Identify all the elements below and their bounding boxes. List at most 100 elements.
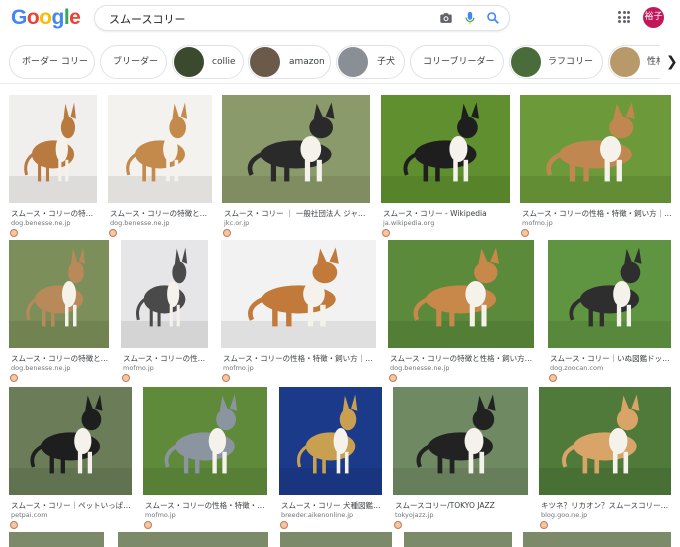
result-title[interactable]: スムース・コリーの性格・特徴・飼い方｜…	[223, 353, 376, 364]
result-title[interactable]: スムース・コリーの特徴と…	[110, 208, 212, 219]
account-avatar[interactable]: 裕子	[643, 7, 664, 28]
search-input[interactable]: スムースコリー	[109, 11, 185, 27]
microphone-icon[interactable]	[463, 11, 477, 25]
chip-thumbnail	[338, 47, 368, 77]
logo-letter: o	[39, 6, 52, 29]
image-result-partial[interactable]	[280, 532, 392, 547]
result-thumbnail[interactable]	[9, 240, 109, 348]
chip-amazon[interactable]: amazon	[248, 45, 331, 79]
search-box[interactable]: スムースコリー	[94, 5, 510, 31]
related-search-chips: ボーダー コリー ブリーダー collie amazon 子犬 コリーブリーダー…	[0, 38, 680, 84]
result-source-domain: breeder.aikenonline.jp	[281, 511, 354, 519]
result-source-domain: mofmo.jp	[522, 219, 553, 227]
image-result-partial[interactable]	[523, 532, 671, 547]
result-source-domain: dog.benesse.ne.jp	[110, 219, 170, 227]
result-thumbnail[interactable]	[539, 387, 671, 495]
result-source-domain: tokyojazz.jp	[395, 511, 434, 519]
image-result[interactable]: スムース・コリーの特… dog.benesse.ne.jp	[9, 95, 97, 238]
chip-rough-collie[interactable]: ラフコリー	[509, 45, 603, 79]
image-result[interactable]: スムース・コリー ｜ 一般社団法人 ジャ… jkc.or.jp	[222, 95, 370, 238]
logo-letter: g	[51, 6, 65, 29]
chip-puppy[interactable]: 子犬	[336, 45, 405, 79]
result-source-domain: mofmo.jp	[145, 511, 176, 519]
site-favicon-icon	[389, 374, 397, 382]
site-favicon-icon	[144, 521, 152, 529]
result-thumbnail[interactable]	[279, 387, 382, 495]
result-thumbnail[interactable]	[381, 95, 510, 203]
result-title[interactable]: スムース・コリーの性…	[123, 353, 208, 364]
apps-grid-icon[interactable]	[618, 11, 630, 23]
result-thumbnail[interactable]	[9, 387, 132, 495]
result-source-domain: dog.zoocan.com	[550, 364, 604, 372]
result-thumbnail[interactable]	[222, 95, 370, 203]
result-title[interactable]: スムース・コリー - Wikipedia	[383, 208, 510, 219]
result-thumbnail[interactable]	[548, 240, 671, 348]
image-result[interactable]: スムース・コリー｜ペットいっぱ… petpai.com	[9, 387, 132, 530]
image-result[interactable]: スムース・コリーの特徴と性格・飼い方… dog.benesse.ne.jp	[388, 240, 534, 383]
result-title[interactable]: スムース・コリー｜いぬ図鑑ドッ…	[550, 353, 671, 364]
result-title[interactable]: スムース・コリーの特徴と…	[11, 353, 109, 364]
result-title[interactable]: キツネ？リカオン？スムースコリー…	[541, 500, 671, 511]
image-result[interactable]: スムース・コリーの性格・特徴・飼い方｜… mofmo.jp	[520, 95, 671, 238]
image-result[interactable]: スムース・コリーの性… mofmo.jp	[121, 240, 208, 383]
result-title[interactable]: スムース・コリーの特徴と性格・飼い方…	[390, 353, 534, 364]
site-favicon-icon	[109, 229, 117, 237]
image-result-partial[interactable]	[404, 532, 512, 547]
google-logo[interactable]: Google	[11, 6, 81, 30]
result-thumbnail[interactable]	[9, 95, 97, 203]
site-favicon-icon	[549, 374, 557, 382]
chevron-right-icon[interactable]: ❯	[660, 45, 680, 79]
result-thumbnail[interactable]	[121, 240, 208, 348]
result-title[interactable]: スムースコリー/TOKYO JAZZ	[395, 500, 528, 511]
chip-label: 子犬	[377, 57, 396, 67]
chip-collie-breeder[interactable]: コリーブリーダー	[410, 45, 504, 79]
chip-label: collie	[212, 57, 236, 67]
image-result[interactable]: キツネ？リカオン？スムースコリー… blog.goo.ne.jp	[539, 387, 671, 530]
image-result[interactable]: スムース・コリー - Wikipedia ja.wikipedia.org	[381, 95, 510, 238]
result-source-domain: dog.benesse.ne.jp	[390, 364, 450, 372]
chip-label: amazon	[289, 57, 325, 67]
site-favicon-icon	[540, 521, 548, 529]
result-thumbnail[interactable]	[388, 240, 534, 348]
result-title[interactable]: スムース・コリー ｜ 一般社団法人 ジャ…	[224, 208, 370, 219]
image-result[interactable]: スムース・コリー｜いぬ図鑑ドッ… dog.zoocan.com	[548, 240, 671, 383]
result-thumbnail[interactable]	[108, 95, 212, 203]
logo-letter: e	[69, 6, 81, 29]
chip-border-collie[interactable]: ボーダー コリー	[9, 45, 95, 79]
chip-collie[interactable]: collie	[172, 45, 244, 79]
site-favicon-icon	[10, 521, 18, 529]
result-source-domain: ja.wikipedia.org	[383, 219, 435, 227]
image-result[interactable]: スムース・コリーの特徴と… dog.benesse.ne.jp	[108, 95, 212, 238]
image-result[interactable]: スムース・コリーの性格・特徴・飼い方｜… mofmo.jp	[221, 240, 376, 383]
result-title[interactable]: スムース・コリーの特…	[11, 208, 97, 219]
result-source-domain: petpai.com	[11, 511, 48, 519]
result-title[interactable]: スムース・コリー｜ペットいっぱ…	[11, 500, 132, 511]
site-favicon-icon	[10, 229, 18, 237]
result-title[interactable]: スムース・コリーの性格・特徴・飼い方｜…	[522, 208, 671, 219]
camera-icon[interactable]	[439, 11, 453, 25]
result-thumbnail[interactable]	[393, 387, 528, 495]
site-favicon-icon	[222, 374, 230, 382]
logo-letter: G	[11, 6, 27, 29]
image-result[interactable]: スムースコリー/TOKYO JAZZ tokyojazz.jp	[393, 387, 528, 530]
result-title[interactable]: スムース・コリーの性格・特徴・…	[145, 500, 267, 511]
chip-thumbnail	[250, 47, 280, 77]
site-favicon-icon	[10, 374, 18, 382]
result-thumbnail[interactable]	[520, 95, 671, 203]
chip-thumbnail	[174, 47, 204, 77]
site-favicon-icon	[223, 229, 231, 237]
image-result-partial[interactable]	[118, 532, 268, 547]
site-favicon-icon	[394, 521, 402, 529]
image-result-partial[interactable]	[9, 532, 104, 547]
chip-label: コリーブリーダー	[423, 57, 495, 67]
image-result[interactable]: スムース・コリーの性格・特徴・… mofmo.jp	[143, 387, 267, 530]
result-thumbnail[interactable]	[221, 240, 376, 348]
result-thumbnail[interactable]	[143, 387, 267, 495]
chip-label: ボーダー コリー	[22, 57, 88, 67]
chip-breeder[interactable]: ブリーダー	[100, 45, 167, 79]
image-result[interactable]: スムース・コリーの特徴と… dog.benesse.ne.jp	[9, 240, 109, 383]
image-result[interactable]: スムース・コリー 犬種図鑑… breeder.aikenonline.jp	[279, 387, 382, 530]
search-icon[interactable]	[486, 11, 500, 25]
result-title[interactable]: スムース・コリー 犬種図鑑…	[281, 500, 382, 511]
chip-label: ブリーダー	[113, 57, 159, 67]
